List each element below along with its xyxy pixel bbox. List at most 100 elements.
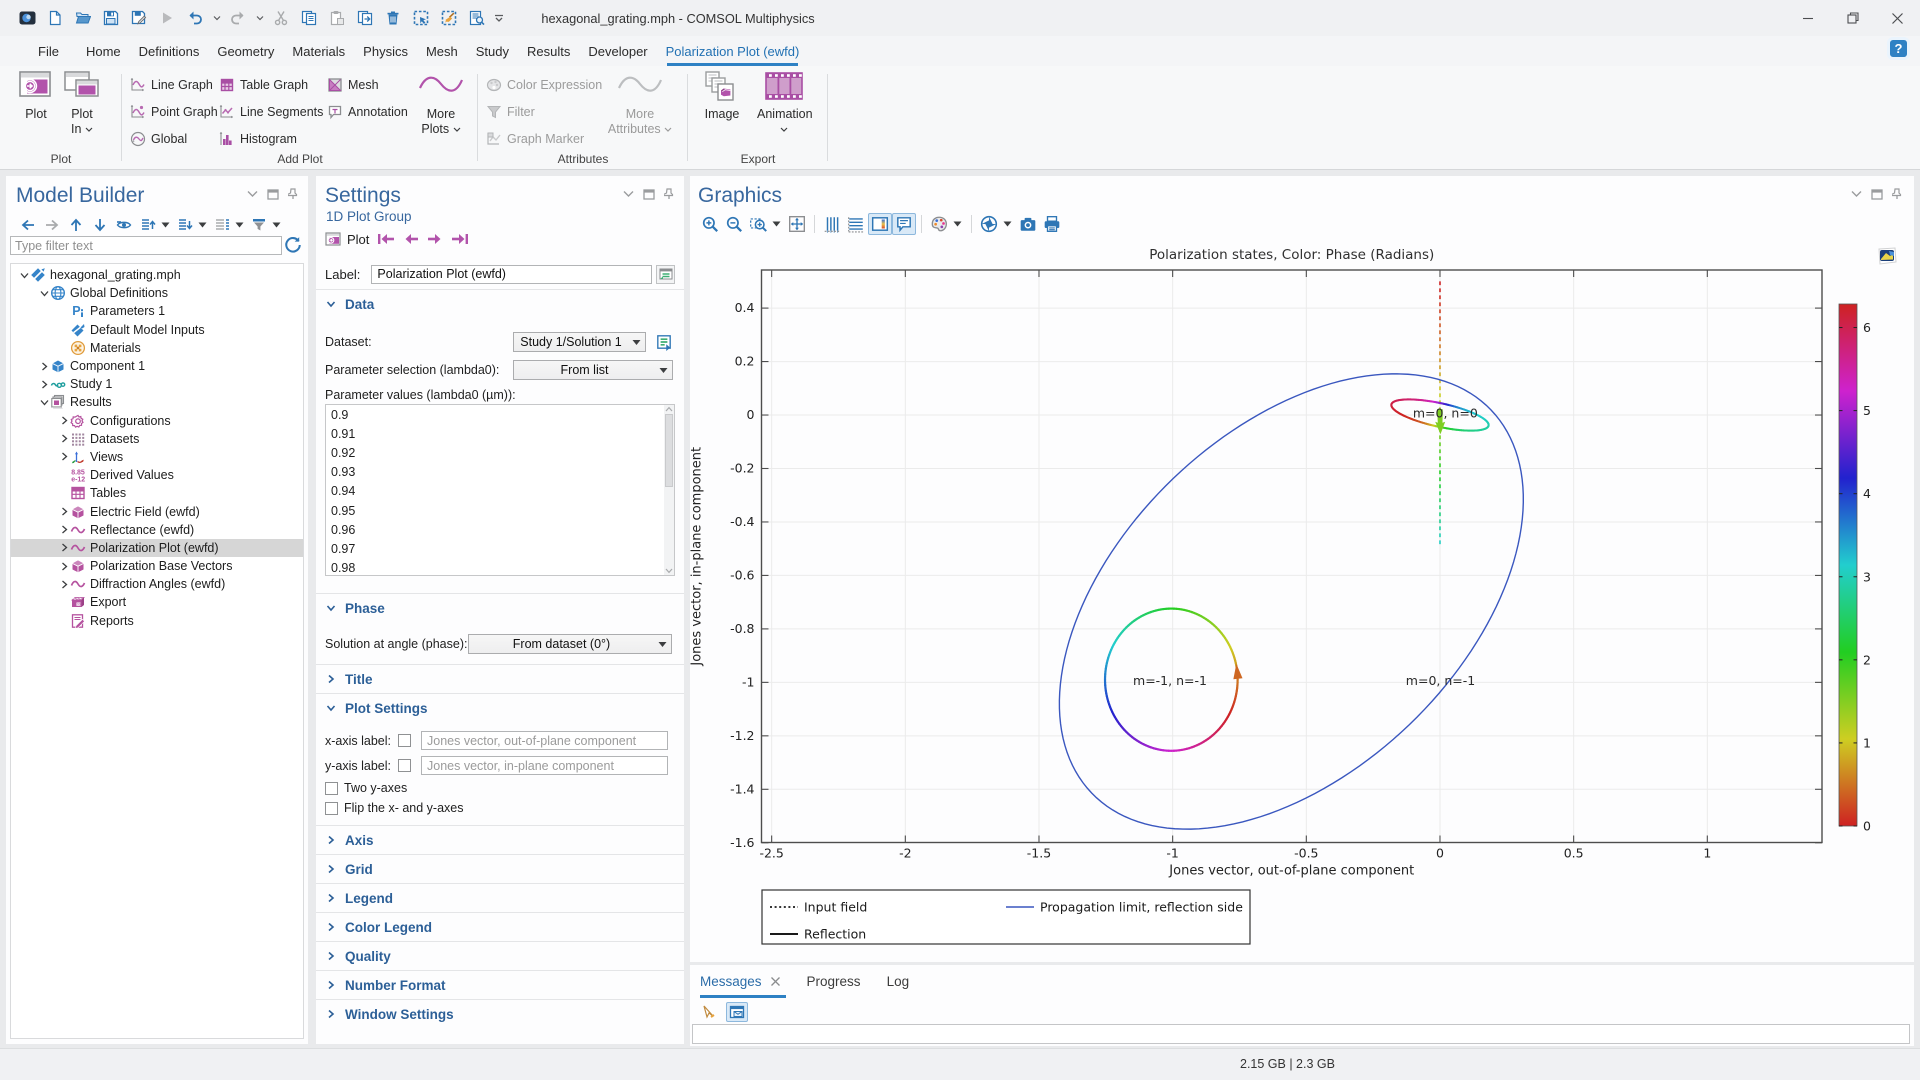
ribbon-button-plot-in[interactable]: PlotIn: [55, 71, 109, 137]
list-item[interactable]: 0.97: [326, 539, 674, 558]
dataset-combo[interactable]: Study 1/Solution 1: [513, 332, 646, 352]
dataset-switch-icon[interactable]: [655, 333, 673, 351]
list-item[interactable]: 0.96: [326, 520, 674, 539]
menu-tab-geometry[interactable]: Geometry: [208, 36, 283, 66]
move-up-icon[interactable]: [64, 217, 88, 233]
new-file-icon[interactable]: [42, 5, 68, 31]
label-input[interactable]: Polarization Plot (ewfd): [371, 265, 652, 284]
ribbon-button-graph-marker[interactable]: Graph Marker: [486, 128, 584, 150]
find-icon[interactable]: [464, 5, 490, 31]
collapse-icon[interactable]: [19, 270, 29, 280]
annotation-toggle[interactable]: [892, 213, 916, 235]
messages-input[interactable]: [692, 1024, 1910, 1044]
tree-node-electric-field-ewfd-[interactable]: Electric Field (ewfd): [11, 502, 303, 520]
restore-icon[interactable]: [1830, 0, 1875, 36]
panel-restore-icon[interactable]: [267, 189, 279, 200]
tree-node-materials[interactable]: Materials: [11, 339, 303, 357]
paste-icon[interactable]: [324, 5, 350, 31]
section-header-phase[interactable]: Phase: [316, 594, 684, 622]
qat-overflow[interactable]: [492, 5, 505, 31]
menu-tab-polarization-plot-ewfd-[interactable]: Polarization Plot (ewfd): [657, 36, 809, 66]
dropdown-arrow-icon[interactable]: [235, 221, 244, 229]
ribbon-button-more-plots[interactable]: MorePlots: [414, 71, 468, 137]
solution-angle-combo[interactable]: From dataset (0°): [468, 634, 672, 654]
plot-last-icon[interactable]: [451, 233, 469, 245]
yaxis-label-input[interactable]: Jones vector, in-plane component: [421, 756, 668, 775]
tree-node-derived-values[interactable]: 8.85e-12Derived Values: [11, 466, 303, 484]
section-header[interactable]: Window Settings: [316, 1000, 684, 1028]
color-legend-toggle[interactable]: [868, 213, 892, 235]
messages-tab-messages[interactable]: Messages: [700, 974, 781, 989]
dropdown-arrow-icon[interactable]: [272, 221, 281, 229]
collapse-icon[interactable]: [39, 288, 49, 298]
filter-input[interactable]: Type filter text: [10, 236, 282, 255]
move-down-icon[interactable]: [88, 217, 112, 233]
menu-tab-definitions[interactable]: Definitions: [130, 36, 209, 66]
menu-tab-home[interactable]: Home: [77, 36, 130, 66]
section-header-data[interactable]: Data: [316, 290, 684, 318]
nav-forward-icon[interactable]: [40, 217, 64, 233]
list-item[interactable]: 0.92: [326, 443, 674, 462]
pointer-pen-icon[interactable]: [698, 1002, 720, 1022]
menu-tab-results[interactable]: Results: [518, 36, 579, 66]
tree-node-hexagonal-grating-mph[interactable]: hexagonal_grating.mph: [11, 266, 303, 284]
section-header[interactable]: Title: [316, 665, 684, 693]
polarization-chart[interactable]: Polarization states, Color: Phase (Radia…: [690, 238, 1914, 962]
parameter-selection-combo[interactable]: From list: [513, 360, 673, 380]
expand-icon[interactable]: [59, 543, 69, 553]
ribbon-button-animation-[interactable]: Animation: [757, 71, 811, 137]
tree-node-default-model-inputs[interactable]: Default Model Inputs: [11, 321, 303, 339]
save-icon[interactable]: [98, 5, 124, 31]
plot-first-icon[interactable]: [377, 233, 395, 245]
section-header[interactable]: Legend: [316, 884, 684, 912]
expand-icon[interactable]: [39, 361, 49, 371]
expand-icon[interactable]: [59, 507, 69, 517]
tree-node-component-1[interactable]: Component 1: [11, 357, 303, 375]
list-item[interactable]: 0.93: [326, 463, 674, 482]
minimize-icon[interactable]: [1785, 0, 1830, 36]
panel-pin-icon[interactable]: [664, 188, 674, 200]
list-item[interactable]: 0.94: [326, 482, 674, 501]
panel-restore-icon[interactable]: [1871, 189, 1883, 200]
section-header[interactable]: Quality: [316, 942, 684, 970]
dropdown-arrow-icon[interactable]: [772, 220, 781, 228]
mail-window-icon[interactable]: [726, 1002, 748, 1022]
expand-icon[interactable]: [59, 579, 69, 589]
plot-next-icon[interactable]: [427, 233, 443, 245]
ygrid-icon[interactable]: [820, 213, 844, 235]
panel-pin-icon[interactable]: [1892, 188, 1902, 200]
menu-tab-physics[interactable]: Physics: [354, 36, 417, 66]
tree-node-tables[interactable]: Tables: [11, 484, 303, 502]
menu-tab-file[interactable]: File: [29, 36, 68, 66]
dropdown-arrow-icon[interactable]: [161, 221, 170, 229]
panel-chevron-icon[interactable]: [247, 190, 258, 198]
messages-tab-progress[interactable]: Progress: [807, 974, 861, 989]
model-tree-nodes-icon[interactable]: [210, 217, 234, 233]
xaxis-label-checkbox[interactable]: [398, 734, 411, 747]
collapse-icon[interactable]: [39, 397, 49, 407]
expand-icon[interactable]: [59, 525, 69, 535]
duplicate-icon[interactable]: [352, 5, 378, 31]
nav-back-icon[interactable]: [16, 217, 40, 233]
messages-tab-log[interactable]: Log: [887, 974, 910, 989]
save-as-icon[interactable]: [126, 5, 152, 31]
ribbon-button-global[interactable]: Global: [130, 128, 187, 150]
ribbon-button-line-segments[interactable]: Line Segments: [219, 101, 323, 123]
ribbon-button-point-graph[interactable]: Point Graph: [130, 101, 218, 123]
list-scrollbar[interactable]: [664, 405, 674, 575]
ribbon-button-annotation[interactable]: Annotation: [327, 101, 408, 123]
list-item[interactable]: 0.95: [326, 501, 674, 520]
zoom-in-icon[interactable]: [698, 213, 722, 235]
menu-tab-study[interactable]: Study: [467, 36, 518, 66]
panel-chevron-icon[interactable]: [1851, 190, 1862, 198]
delete-icon[interactable]: [380, 5, 406, 31]
section-header[interactable]: Color Legend: [316, 913, 684, 941]
filter-funnel-icon[interactable]: [247, 217, 271, 233]
list-item[interactable]: 0.9: [326, 405, 674, 424]
panel-pin-icon[interactable]: [288, 188, 298, 200]
clear-selection-icon[interactable]: [436, 5, 462, 31]
plot-button-label[interactable]: Plot: [347, 232, 369, 247]
tree-node-configurations[interactable]: Configurations: [11, 412, 303, 430]
select-box-icon[interactable]: [408, 5, 434, 31]
expand-icon[interactable]: [59, 561, 69, 571]
